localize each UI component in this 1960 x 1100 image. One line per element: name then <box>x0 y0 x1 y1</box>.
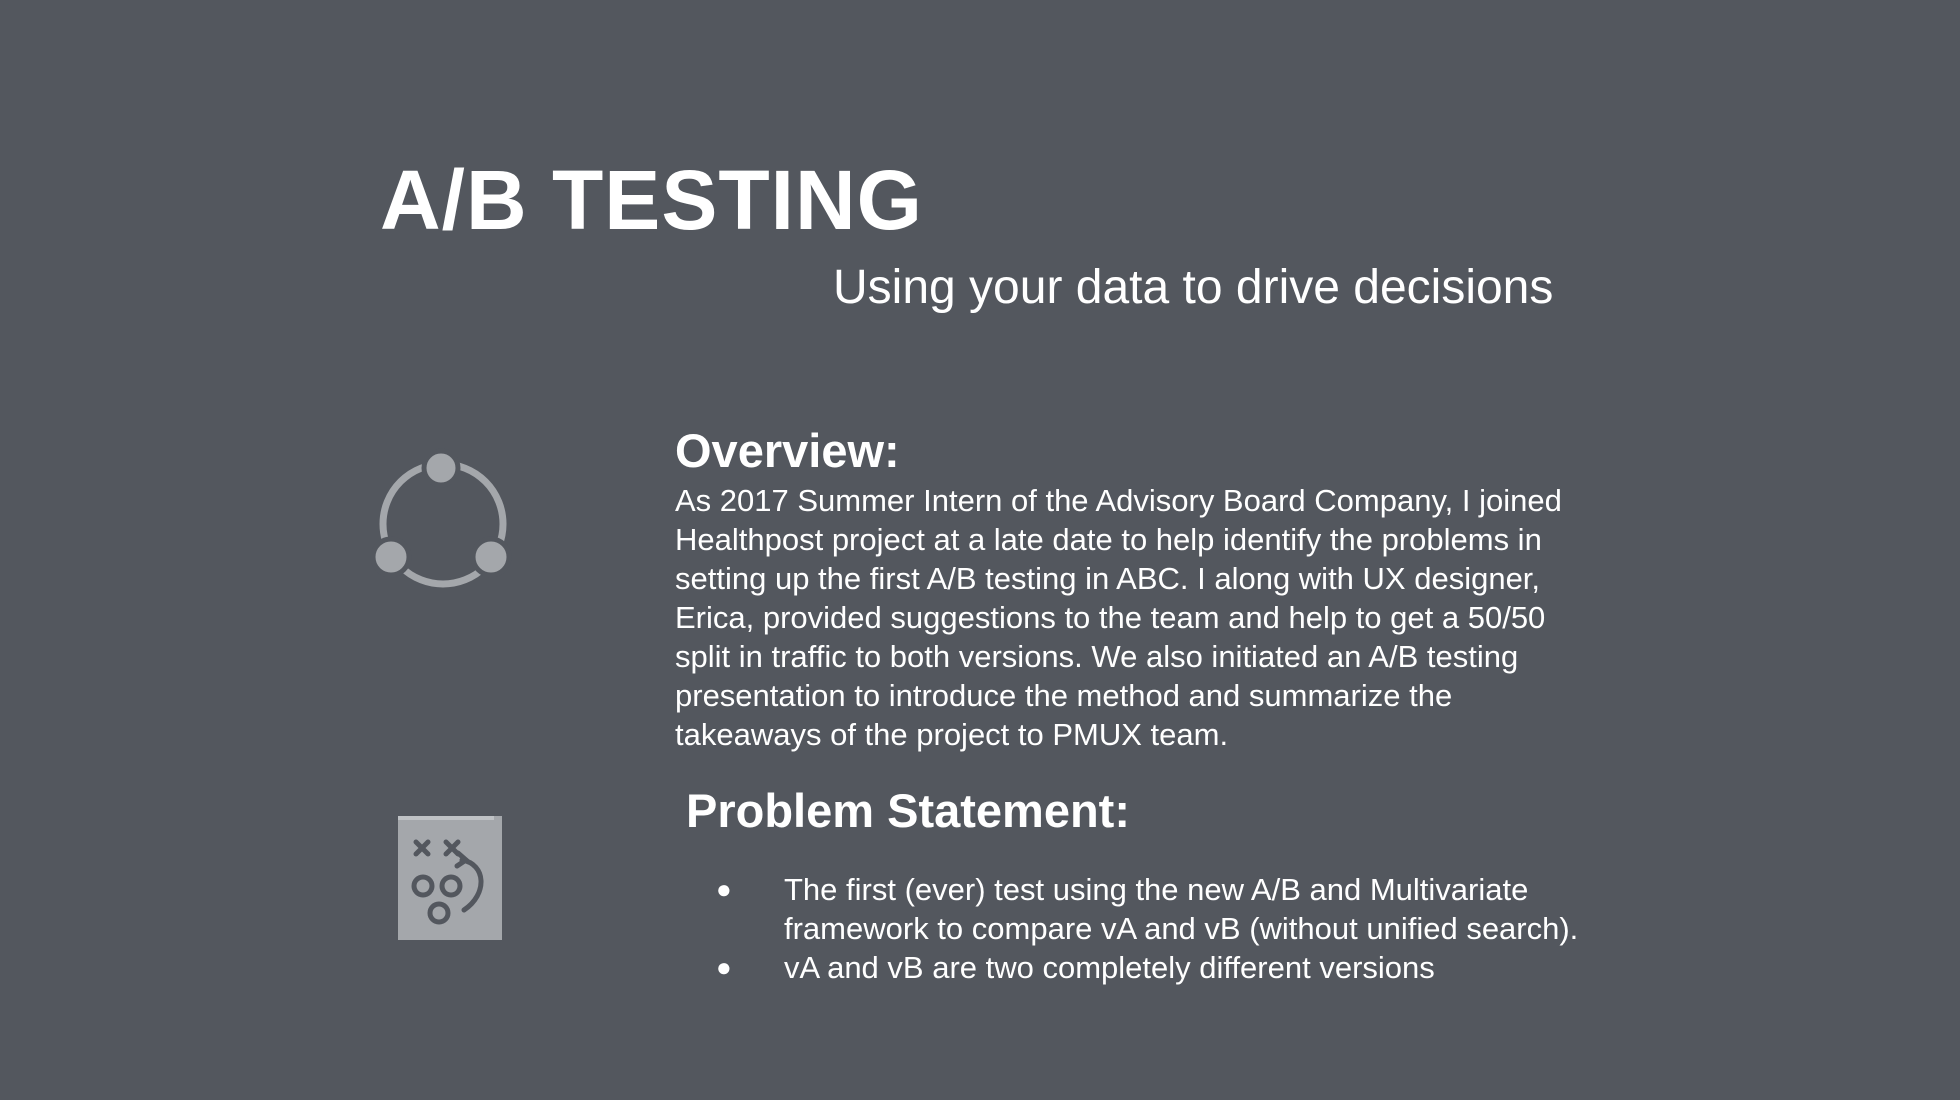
bullet-icon: ● <box>716 874 732 904</box>
bullet-icon: ● <box>716 952 732 982</box>
problem-bullet-text: vA and vB are two completely different v… <box>784 950 1435 985</box>
slide: A/B TESTING Using your data to drive dec… <box>0 0 1960 1100</box>
problem-bullet-text: The first (ever) test using the new A/B … <box>784 872 1579 946</box>
problem-heading: Problem Statement: <box>686 784 1130 837</box>
problem-list: ● The first (ever) test using the new A/… <box>700 870 1600 987</box>
overview-body: As 2017 Summer Intern of the Advisory Bo… <box>675 483 1562 752</box>
slide-subtitle: Using your data to drive decisions <box>833 261 1554 314</box>
playbook-icon <box>396 812 504 942</box>
share-network-icon <box>370 446 516 592</box>
slide-title: A/B TESTING <box>380 153 924 247</box>
overview-heading: Overview: <box>675 424 900 477</box>
list-item: ● vA and vB are two completely different… <box>700 948 1600 987</box>
list-item: ● The first (ever) test using the new A/… <box>700 870 1600 948</box>
